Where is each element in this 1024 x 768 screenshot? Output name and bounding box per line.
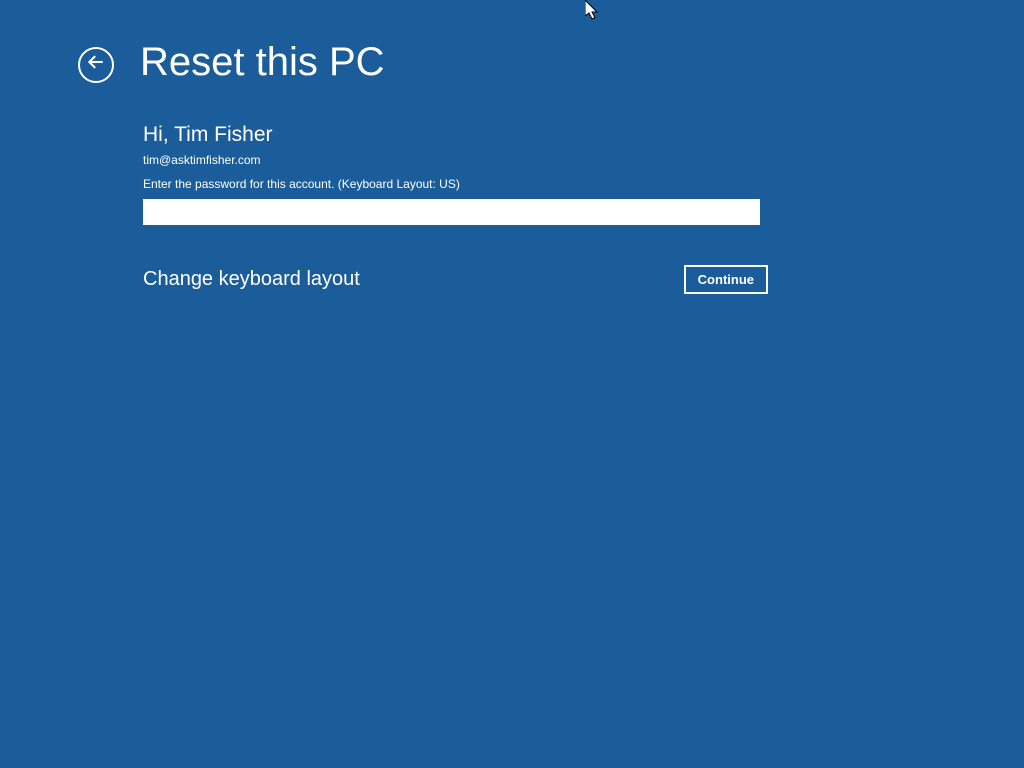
back-arrow-icon bbox=[86, 52, 106, 77]
account-email: tim@asktimfisher.com bbox=[143, 153, 768, 167]
password-input[interactable] bbox=[143, 199, 760, 225]
change-keyboard-layout-link[interactable]: Change keyboard layout bbox=[143, 268, 360, 291]
page-title: Reset this PC bbox=[140, 40, 385, 85]
password-instruction: Enter the password for this account. (Ke… bbox=[143, 177, 768, 191]
greeting-text: Hi, Tim Fisher bbox=[143, 123, 768, 147]
back-button[interactable] bbox=[78, 47, 114, 83]
continue-button[interactable]: Continue bbox=[684, 265, 768, 294]
